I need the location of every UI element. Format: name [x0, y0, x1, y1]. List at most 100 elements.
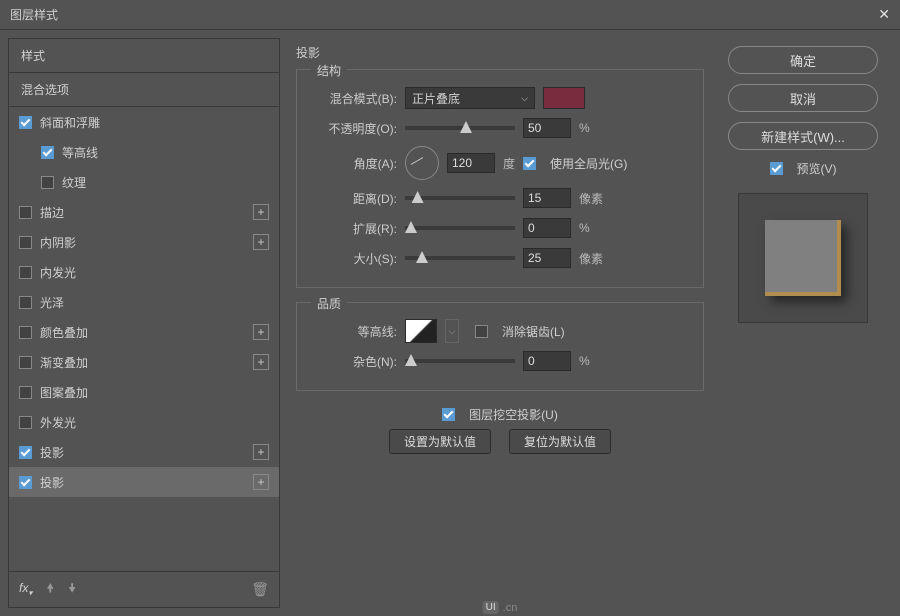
add-effect-icon[interactable]: + [253, 234, 269, 250]
style-item[interactable]: 描边 + [9, 197, 279, 227]
style-item-label: 纹理 [62, 174, 86, 191]
style-item[interactable]: 纹理 [9, 167, 279, 197]
trash-icon[interactable]: 🗑 [251, 581, 269, 598]
checkbox-icon [770, 162, 783, 175]
new-style-button[interactable]: 新建样式(W)... [728, 122, 878, 150]
opacity-label: 不透明度(O): [311, 120, 397, 137]
checkbox-icon[interactable] [19, 386, 32, 399]
style-item[interactable]: 斜面和浮雕 [9, 107, 279, 137]
style-item-label: 描边 [40, 204, 64, 221]
noise-input[interactable] [523, 351, 571, 371]
checkbox-icon[interactable] [19, 446, 32, 459]
add-effect-icon[interactable]: + [253, 444, 269, 460]
angle-input[interactable] [447, 153, 495, 173]
quality-legend: 品质 [311, 295, 347, 312]
spread-slider[interactable] [405, 226, 515, 230]
distance-unit: 像素 [579, 190, 603, 207]
spread-input[interactable] [523, 218, 571, 238]
ok-button[interactable]: 确定 [728, 46, 878, 74]
checkbox-icon [475, 325, 488, 338]
style-item-label: 内阴影 [40, 234, 76, 251]
checkbox-icon[interactable] [19, 236, 32, 249]
settings-panel: 投影 结构 混合模式(B): 正片叠底 ⌵ 不透明度(O): % [280, 30, 720, 616]
dialog-title: 图层样式 [10, 6, 58, 23]
cancel-button[interactable]: 取消 [728, 84, 878, 112]
noise-slider[interactable] [405, 359, 515, 363]
style-item[interactable]: 投影 + [9, 467, 279, 497]
preview-checkbox[interactable]: 预览(V) [770, 160, 837, 177]
close-icon[interactable]: ✕ [878, 6, 890, 23]
watermark: UI.cn [483, 601, 518, 614]
opacity-slider[interactable] [405, 126, 515, 130]
size-input[interactable] [523, 248, 571, 268]
noise-label: 杂色(N): [311, 353, 397, 370]
style-item-label: 外发光 [40, 414, 76, 431]
opacity-unit: % [579, 121, 590, 135]
style-item[interactable]: 内阴影 + [9, 227, 279, 257]
checkbox-icon[interactable] [19, 326, 32, 339]
checkbox-icon[interactable] [41, 146, 54, 159]
angle-dial[interactable] [405, 146, 439, 180]
blend-mode-value: 正片叠底 [412, 90, 460, 107]
style-item-label: 光泽 [40, 294, 64, 311]
add-effect-icon[interactable]: + [253, 204, 269, 220]
style-item-label: 内发光 [40, 264, 76, 281]
checkbox-icon[interactable] [19, 356, 32, 369]
styles-list: 样式 混合选项 斜面和浮雕等高线纹理描边 + 内阴影 + 内发光光泽颜色叠加 + 渐变叠加 +… [8, 38, 280, 608]
style-item-label: 颜色叠加 [40, 324, 88, 341]
size-slider[interactable] [405, 256, 515, 260]
antialias-checkbox[interactable]: 消除锯齿(L) [475, 323, 565, 340]
style-item-label: 斜面和浮雕 [40, 114, 100, 131]
style-item-label: 渐变叠加 [40, 354, 88, 371]
chevron-down-icon: ⌵ [521, 93, 528, 104]
style-item[interactable]: 内发光 [9, 257, 279, 287]
style-item-label: 投影 [40, 474, 64, 491]
style-item[interactable]: 投影+ [9, 437, 279, 467]
preview-thumbnail [738, 193, 868, 323]
checkbox-icon[interactable] [19, 206, 32, 219]
size-label: 大小(S): [311, 250, 397, 267]
add-effect-icon[interactable]: + [253, 324, 269, 340]
shadow-color-swatch[interactable] [543, 87, 585, 109]
quality-group: 品质 等高线: ⌵ 消除锯齿(L) 杂色(N): % [296, 302, 704, 391]
move-down-icon[interactable]: 🠟 [68, 579, 76, 600]
checkbox-icon[interactable] [19, 476, 32, 489]
checkbox-icon[interactable] [19, 296, 32, 309]
style-item[interactable]: 图案叠加 [9, 377, 279, 407]
contour-dropdown[interactable]: ⌵ [445, 319, 459, 343]
checkbox-icon[interactable] [41, 176, 54, 189]
add-effect-icon[interactable]: + [253, 354, 269, 370]
reset-default-button[interactable]: 复位为默认值 [509, 429, 611, 454]
style-item[interactable]: 外发光 [9, 407, 279, 437]
contour-label: 等高线: [311, 323, 397, 340]
distance-label: 距离(D): [311, 190, 397, 207]
make-default-button[interactable]: 设置为默认值 [389, 429, 491, 454]
style-item[interactable]: 渐变叠加 + [9, 347, 279, 377]
global-light-checkbox[interactable]: 使用全局光(G) [523, 155, 627, 172]
blend-mode-select[interactable]: 正片叠底 ⌵ [405, 87, 535, 109]
action-panel: 确定 取消 新建样式(W)... 预览(V) [720, 30, 900, 616]
spread-unit: % [579, 221, 590, 235]
add-effect-icon[interactable]: + [253, 474, 269, 490]
style-item[interactable]: 光泽 [9, 287, 279, 317]
checkbox-icon[interactable] [19, 416, 32, 429]
distance-slider[interactable] [405, 196, 515, 200]
structure-group: 结构 混合模式(B): 正片叠底 ⌵ 不透明度(O): % [296, 69, 704, 288]
opacity-input[interactable] [523, 118, 571, 138]
style-item[interactable]: 颜色叠加 + [9, 317, 279, 347]
contour-picker[interactable] [405, 319, 437, 343]
knockout-checkbox[interactable]: 图层挖空投影(U) [442, 406, 558, 423]
style-item[interactable]: 等高线 [9, 137, 279, 167]
checkbox-icon[interactable] [19, 266, 32, 279]
distance-input[interactable] [523, 188, 571, 208]
checkbox-icon[interactable] [19, 116, 32, 129]
blend-mode-label: 混合模式(B): [311, 90, 397, 107]
size-unit: 像素 [579, 250, 603, 267]
blending-options[interactable]: 混合选项 [9, 73, 279, 107]
fx-menu[interactable]: fx▾ [19, 581, 32, 597]
move-up-icon[interactable]: 🠝 [46, 579, 54, 600]
noise-unit: % [579, 354, 590, 368]
angle-unit: 度 [503, 155, 515, 172]
styles-header[interactable]: 样式 [9, 39, 279, 73]
checkbox-icon [523, 157, 536, 170]
